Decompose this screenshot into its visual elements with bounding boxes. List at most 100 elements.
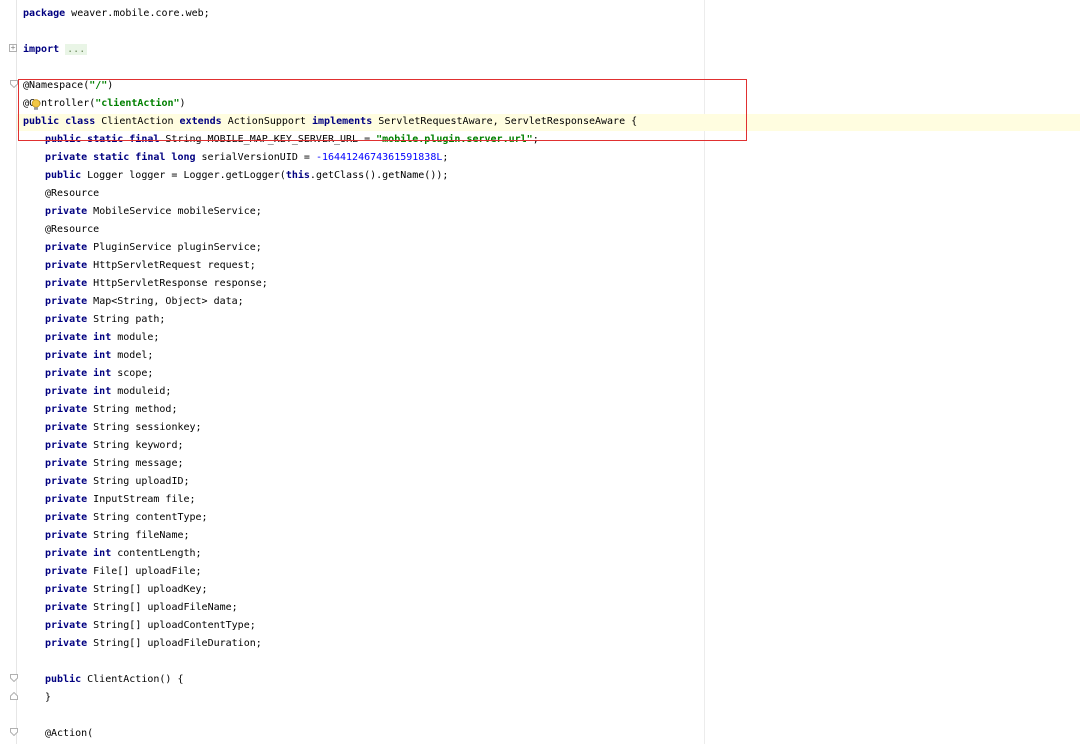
code-line[interactable]: private PluginService pluginService;	[45, 239, 262, 257]
code-line[interactable]: private int model;	[45, 347, 153, 365]
fold-method-icon[interactable]	[10, 728, 18, 736]
code-token: String uploadID;	[87, 476, 190, 487]
code-token: private	[45, 494, 88, 505]
code-token: PluginService pluginService;	[87, 242, 262, 253]
code-token: private	[45, 440, 88, 451]
fold-end-constructor-icon[interactable]	[10, 692, 18, 700]
code-token: @Resource	[45, 224, 100, 235]
code-token: private	[45, 296, 88, 307]
code-token: ;	[442, 152, 449, 163]
code-token: scope;	[111, 368, 154, 379]
fold-constructor-icon[interactable]	[10, 674, 18, 682]
code-token: @Action(	[45, 728, 94, 739]
code-line[interactable]: private String fileName;	[45, 527, 190, 545]
code-token: moduleid;	[111, 386, 172, 397]
code-line[interactable]: private File[] uploadFile;	[45, 563, 202, 581]
annotation-highlight-box	[18, 79, 747, 141]
code-line[interactable]: private static final long serialVersionU…	[45, 149, 448, 167]
code-token: private	[45, 566, 88, 577]
code-line[interactable]: public ClientAction() {	[45, 671, 183, 689]
code-token: private	[45, 620, 88, 631]
code-token: String[] uploadFileName;	[87, 602, 238, 613]
code-token: Map<String, Object> data;	[87, 296, 244, 307]
code-token: contentLength;	[111, 548, 202, 559]
code-token: private	[45, 476, 88, 487]
code-line[interactable]: private InputStream file;	[45, 491, 196, 509]
code-token: String keyword;	[87, 440, 184, 451]
code-token: private	[45, 458, 88, 469]
code-line[interactable]: private String[] uploadContentType;	[45, 617, 256, 635]
code-token: String contentType;	[87, 512, 208, 523]
code-token: private	[45, 584, 88, 595]
code-line[interactable]: private int moduleid;	[45, 383, 171, 401]
code-token: InputStream file;	[87, 494, 196, 505]
code-line[interactable]: import ...	[23, 41, 88, 59]
code-line[interactable]: private String uploadID;	[45, 473, 190, 491]
code-token: .getClass().getName());	[309, 170, 449, 181]
code-token: weaver.mobile.core.web;	[65, 8, 210, 19]
code-token: Logger logger = Logger.getLogger(	[81, 170, 286, 181]
code-line[interactable]: private String method;	[45, 401, 177, 419]
code-token: private	[45, 422, 88, 433]
code-token: private	[45, 404, 88, 415]
code-token: private int	[45, 332, 112, 343]
code-token: }	[45, 692, 52, 703]
code-token: HttpServletResponse response;	[87, 278, 268, 289]
code-token: model;	[111, 350, 154, 361]
code-line[interactable]: private String[] uploadFileName;	[45, 599, 238, 617]
code-line[interactable]: private String sessionkey;	[45, 419, 202, 437]
code-line[interactable]: }	[45, 689, 51, 707]
code-token: String[] uploadContentType;	[87, 620, 256, 631]
code-token: public	[45, 170, 82, 181]
code-line[interactable]: private int contentLength;	[45, 545, 202, 563]
code-line[interactable]: private HttpServletResponse response;	[45, 275, 268, 293]
code-token: private	[45, 602, 88, 613]
code-token: private int	[45, 548, 112, 559]
code-token: package	[23, 8, 66, 19]
code-line[interactable]: private MobileService mobileService;	[45, 203, 262, 221]
code-token: this	[285, 170, 310, 181]
code-token: ...	[65, 44, 88, 55]
code-token: HttpServletRequest request;	[87, 260, 256, 271]
code-token: private int	[45, 386, 112, 397]
code-token: String[] uploadFileDuration;	[87, 638, 262, 649]
editor-gutter[interactable]	[0, 0, 16, 744]
code-token: private static final long	[45, 152, 196, 163]
code-line[interactable]: private String[] uploadFileDuration;	[45, 635, 262, 653]
code-token: MobileService mobileService;	[87, 206, 262, 217]
code-token: String fileName;	[87, 530, 190, 541]
code-line[interactable]: private String[] uploadKey;	[45, 581, 208, 599]
code-token: File[] uploadFile;	[87, 566, 202, 577]
code-line[interactable]: @Action(	[45, 725, 93, 743]
code-token: module;	[111, 332, 160, 343]
code-token: String method;	[87, 404, 178, 415]
code-token: String message;	[87, 458, 184, 469]
code-line[interactable]: @Resource	[45, 221, 99, 239]
code-line[interactable]: private String keyword;	[45, 437, 183, 455]
code-line[interactable]: private int scope;	[45, 365, 153, 383]
code-token: import	[23, 44, 60, 55]
code-line[interactable]: public Logger logger = Logger.getLogger(…	[45, 167, 448, 185]
code-line[interactable]: package weaver.mobile.core.web;	[23, 5, 210, 23]
code-line[interactable]: @Resource	[45, 185, 99, 203]
code-line[interactable]: private String message;	[45, 455, 183, 473]
code-token: private	[45, 260, 88, 271]
code-token: serialVersionUID =	[195, 152, 316, 163]
code-token: public	[45, 674, 82, 685]
code-token: String[] uploadKey;	[87, 584, 208, 595]
code-token: @Resource	[45, 188, 100, 199]
fold-class-icon[interactable]	[10, 80, 18, 88]
code-token: String sessionkey;	[87, 422, 202, 433]
code-line[interactable]: private String contentType;	[45, 509, 208, 527]
code-token: private	[45, 512, 88, 523]
code-token: private int	[45, 350, 112, 361]
code-line[interactable]: private Map<String, Object> data;	[45, 293, 244, 311]
code-line[interactable]: private HttpServletRequest request;	[45, 257, 256, 275]
code-line[interactable]: private int module;	[45, 329, 159, 347]
expand-import-icon[interactable]: +	[9, 44, 17, 52]
gutter-divider	[16, 0, 17, 744]
code-token: String path;	[87, 314, 166, 325]
code-token: private int	[45, 368, 112, 379]
code-token: private	[45, 530, 88, 541]
code-line[interactable]: private String path;	[45, 311, 165, 329]
